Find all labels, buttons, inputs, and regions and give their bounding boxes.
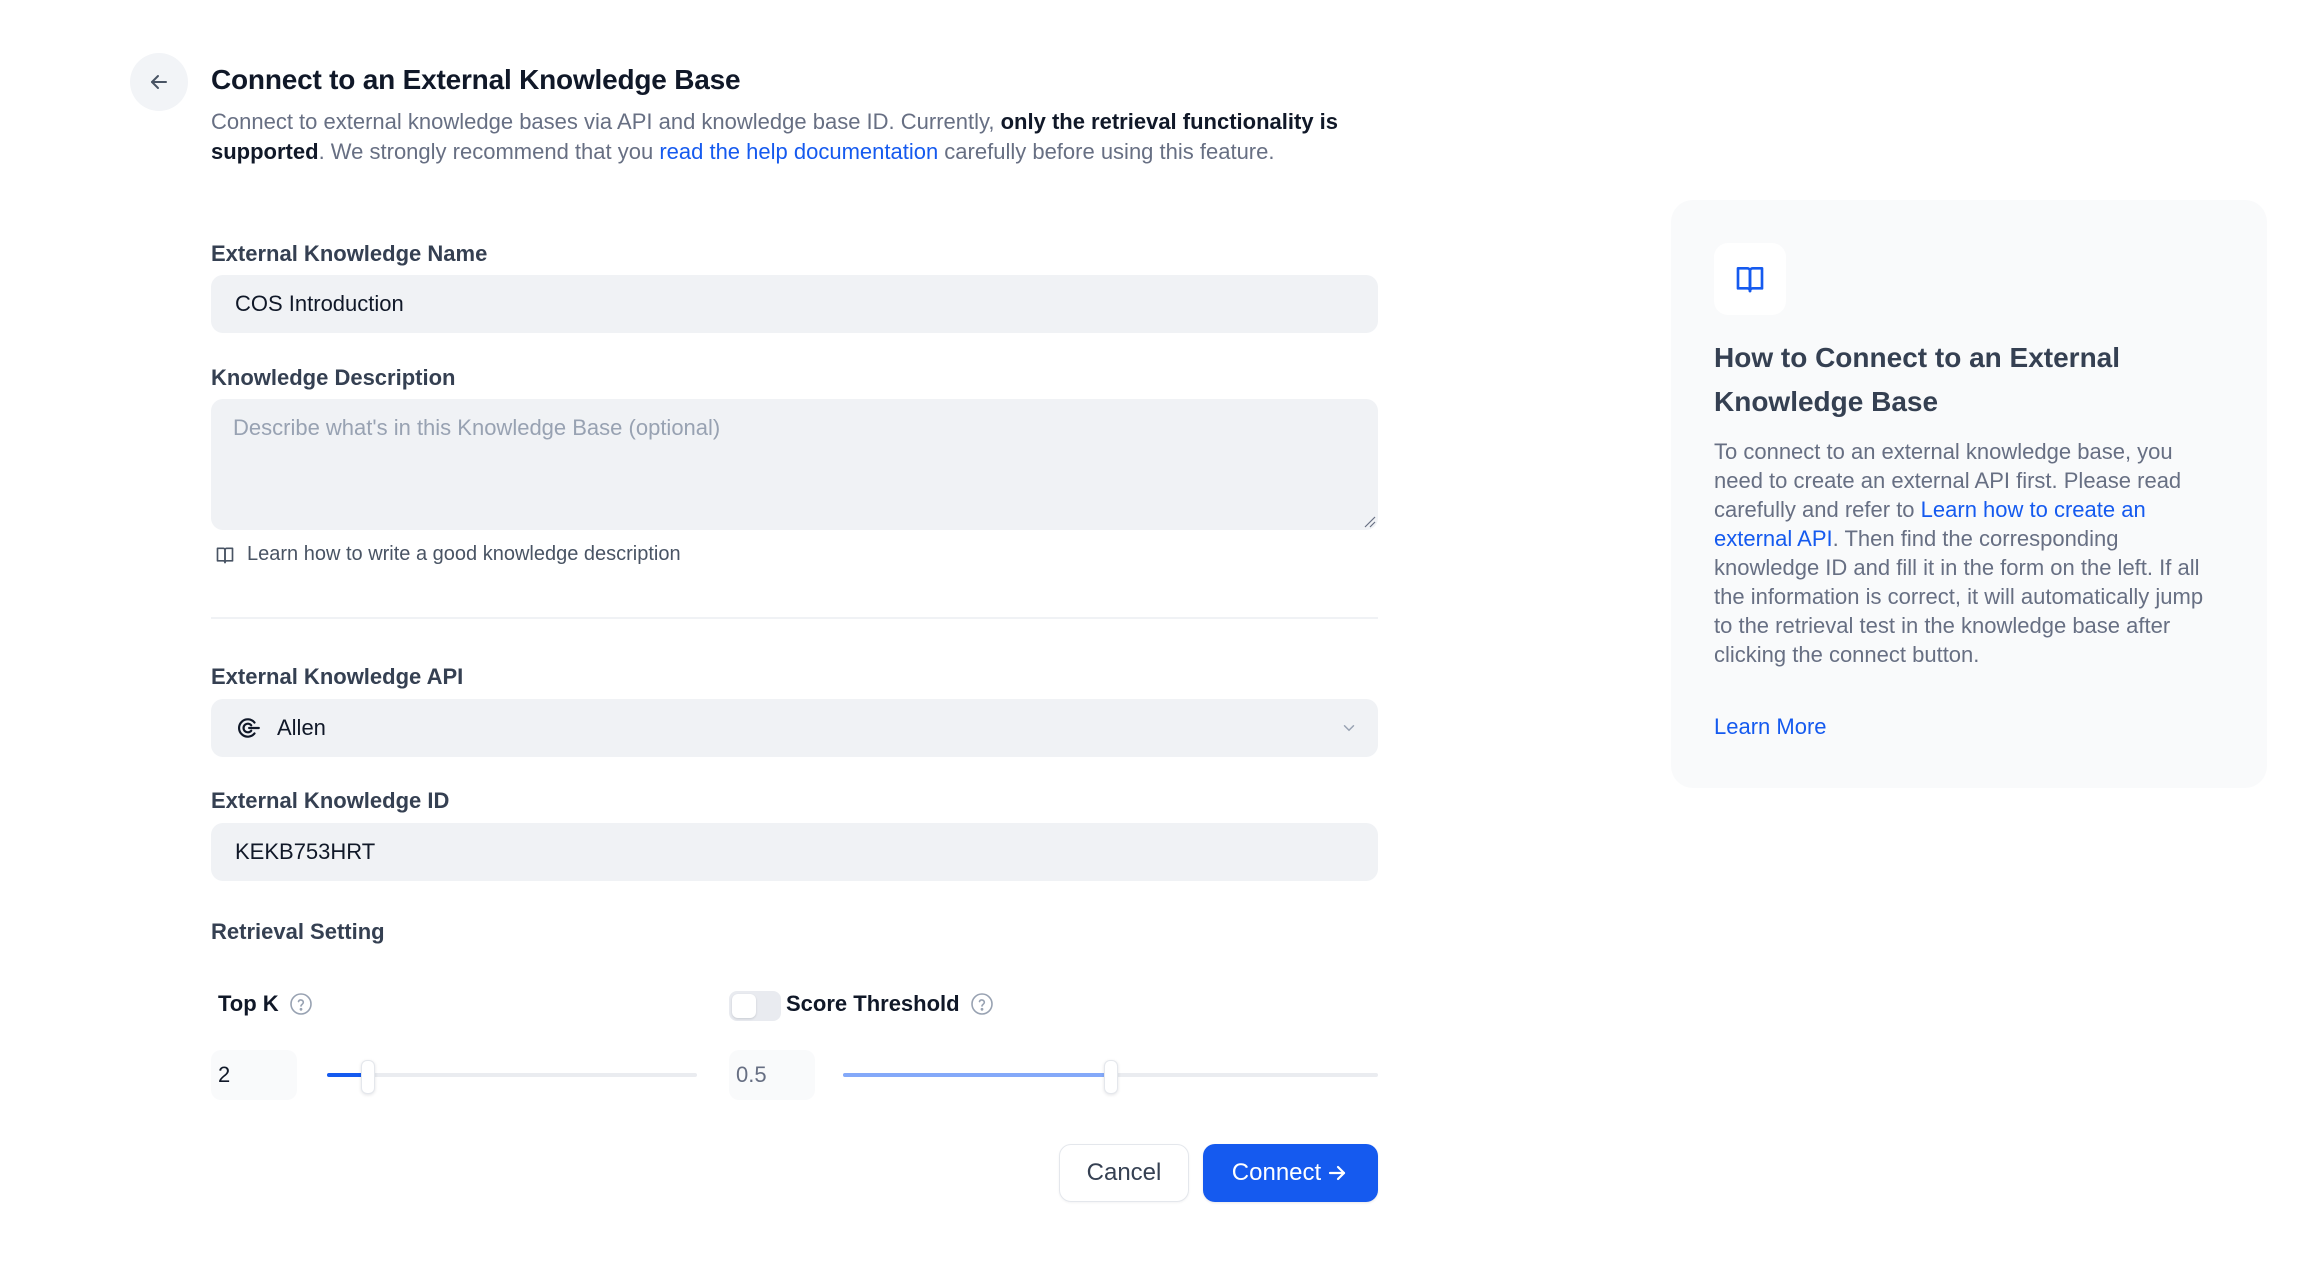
book-open-icon: [1736, 267, 1764, 293]
description-text: . We strongly recommend that you: [318, 138, 660, 164]
chevron-down-icon: [1343, 725, 1355, 732]
resize-grip-icon[interactable]: [1362, 514, 1376, 528]
arrow-right-icon: [1329, 1165, 1346, 1181]
panel-body: To connect to an external knowledge base…: [1714, 437, 2224, 669]
knowledge-id-label: External Knowledge ID: [211, 788, 450, 813]
score-threshold-label: Score Threshold: [786, 991, 994, 1017]
score-threshold-toggle[interactable]: [729, 991, 781, 1021]
question-circle-icon[interactable]: [289, 992, 313, 1016]
retrieval-setting-label: Retrieval Setting: [211, 919, 385, 944]
top-k-input[interactable]: 2: [211, 1050, 297, 1100]
description-help-text: Learn how to write a good knowledge desc…: [247, 543, 681, 565]
toggle-knob: [732, 994, 756, 1018]
top-k-label: Top K: [218, 991, 313, 1017]
help-documentation-link[interactable]: read the help documentation: [659, 139, 938, 164]
knowledge-id-value: KEKB753HRT: [235, 839, 376, 864]
slider-thumb[interactable]: [1104, 1060, 1118, 1094]
retrieval-settings-row: Top K Score Threshold: [211, 987, 1378, 1023]
question-circle-icon[interactable]: [970, 992, 994, 1016]
connect-button[interactable]: Connect: [1203, 1144, 1378, 1202]
divider: [211, 617, 1378, 619]
api-connection-icon: [237, 718, 260, 738]
arrow-left-icon: [151, 75, 167, 89]
help-panel: How to Connect to an External Knowledge …: [1671, 200, 2267, 788]
page-title: Connect to an External Knowledge Base: [211, 64, 741, 95]
name-label: External Knowledge Name: [211, 241, 488, 266]
slider-fill: [843, 1073, 1111, 1077]
api-selected-value: Allen: [277, 715, 326, 740]
name-value: COS Introduction: [235, 291, 404, 316]
api-label: External Knowledge API: [211, 664, 464, 689]
description-label: Knowledge Description: [211, 365, 456, 390]
description-placeholder: Describe what's in this Knowledge Base (…: [233, 415, 721, 440]
top-k-text: Top K: [218, 991, 279, 1016]
name-input[interactable]: COS Introduction: [211, 275, 1378, 333]
description-text: carefully before using this feature.: [938, 138, 1275, 164]
knowledge-id-input[interactable]: KEKB753HRT: [211, 823, 1378, 881]
description-textarea[interactable]: Describe what's in this Knowledge Base (…: [211, 399, 1378, 530]
description-help-link[interactable]: Learn how to write a good knowledge desc…: [215, 543, 681, 566]
panel-icon-box: [1714, 243, 1786, 315]
description-text: Connect to external knowledge bases via …: [211, 109, 1001, 134]
back-button[interactable]: [130, 53, 188, 111]
api-select[interactable]: Allen: [211, 699, 1378, 757]
slider-thumb[interactable]: [361, 1060, 375, 1094]
cancel-button[interactable]: Cancel: [1059, 1144, 1189, 1202]
score-threshold-input[interactable]: 0.5: [729, 1050, 815, 1100]
score-threshold-text: Score Threshold: [786, 991, 960, 1016]
book-open-icon: [216, 547, 234, 563]
score-threshold-slider[interactable]: [843, 1060, 1378, 1094]
connect-label: Connect: [1231, 1159, 1322, 1186]
panel-title: How to Connect to an External Knowledge …: [1714, 342, 2121, 417]
top-k-slider[interactable]: [327, 1060, 697, 1094]
learn-more-link[interactable]: Learn More: [1714, 714, 1827, 740]
page-description: Connect to external knowledge bases via …: [211, 107, 1361, 166]
slider-track: [327, 1073, 697, 1077]
